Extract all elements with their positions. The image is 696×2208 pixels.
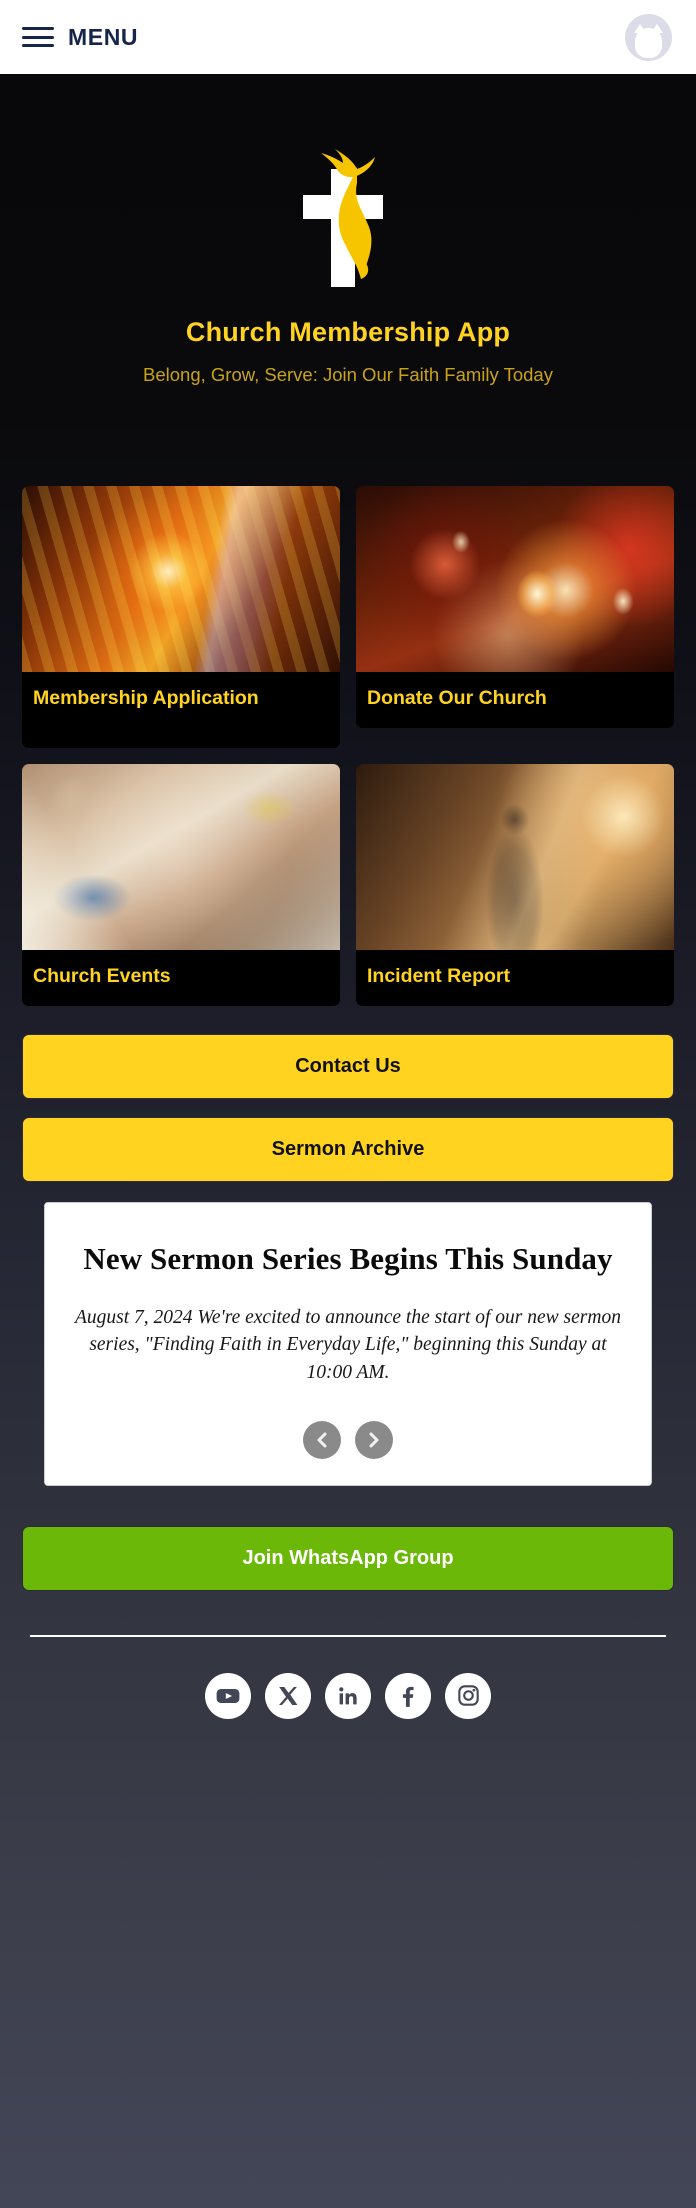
announcement-title: New Sermon Series Begins This Sunday (83, 1240, 613, 1276)
menu-label: MENU (68, 23, 139, 50)
card-church-events[interactable]: Church Events (22, 764, 340, 1006)
top-app-bar: MENU (0, 0, 696, 74)
card-label: Incident Report (356, 950, 674, 1006)
card-label: Church Events (22, 950, 340, 1006)
carousel-prev-button[interactable] (303, 1420, 341, 1459)
page-subtitle: Belong, Grow, Serve: Join Our Faith Fami… (143, 364, 553, 385)
carousel-controls (71, 1420, 625, 1459)
social-links (30, 1672, 666, 1719)
announcement-card: New Sermon Series Begins This Sunday Aug… (44, 1201, 652, 1486)
robed-figure-in-light-image (356, 764, 674, 950)
carousel-next-button[interactable] (355, 1420, 393, 1459)
feature-card-grid: Membership Application Donate Our Church… (0, 486, 696, 1006)
user-avatar-icon[interactable] (625, 14, 672, 61)
join-whatsapp-group-button[interactable]: Join WhatsApp Group (22, 1525, 674, 1591)
announcement-carousel: New Sermon Series Begins This Sunday Aug… (0, 1201, 696, 1486)
card-donate-our-church[interactable]: Donate Our Church (356, 486, 674, 728)
prayer-candles-image (356, 486, 674, 672)
footer (0, 1634, 696, 1745)
announcement-body: August 7, 2024 We're excited to announce… (75, 1306, 621, 1384)
primary-action-buttons: Contact Us Sermon Archive (0, 1033, 696, 1182)
linkedin-icon[interactable] (325, 1672, 371, 1719)
hands-praying-over-bibles-image (22, 764, 340, 950)
card-label: Membership Application (22, 672, 340, 748)
cross-dove-flame-logo (24, 136, 672, 291)
sermon-archive-button[interactable]: Sermon Archive (22, 1116, 674, 1182)
avatar-silhouette (634, 24, 663, 58)
instagram-icon[interactable] (445, 1672, 491, 1719)
hamburger-icon[interactable] (22, 25, 54, 49)
whatsapp-action: Join WhatsApp Group (0, 1525, 696, 1591)
hero-section: Church Membership App Belong, Grow, Serv… (0, 74, 696, 386)
facebook-icon[interactable] (385, 1672, 431, 1719)
card-membership-application[interactable]: Membership Application (22, 486, 340, 748)
page-title: Church Membership App (185, 317, 511, 347)
youtube-icon[interactable] (205, 1672, 251, 1719)
x-twitter-icon[interactable] (265, 1672, 311, 1719)
menu-button[interactable]: MENU (22, 24, 138, 51)
contact-us-button[interactable]: Contact Us (22, 1033, 674, 1099)
card-label: Donate Our Church (356, 672, 674, 728)
footer-divider (30, 1634, 666, 1637)
stained-glass-window-image (22, 486, 340, 672)
card-incident-report[interactable]: Incident Report (356, 764, 674, 1006)
